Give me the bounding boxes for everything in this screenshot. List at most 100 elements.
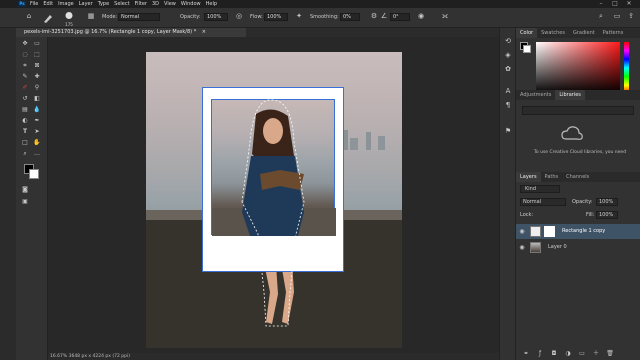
path-selection-tool-icon[interactable]: ➤	[32, 127, 42, 137]
layer-opacity-field[interactable]: 100%	[596, 198, 618, 206]
angle-field[interactable]: 0°	[390, 13, 410, 21]
visibility-eye-icon[interactable]: ◉	[519, 228, 525, 235]
layer-opacity-label: Opacity:	[572, 199, 593, 205]
smoothing-field[interactable]: 0%	[340, 13, 360, 21]
menu-file[interactable]: File	[30, 1, 38, 7]
panel-icon-column: ⟲ ◈ ✿ A ¶ ⚑	[499, 28, 515, 360]
tab-paths[interactable]: Paths	[541, 172, 563, 182]
type-tool-icon[interactable]: T	[20, 127, 30, 137]
flow-field[interactable]: 100%	[264, 13, 288, 21]
menu-image[interactable]: Image	[58, 1, 74, 7]
quick-mask-icon[interactable]: ◙	[20, 185, 30, 195]
more-tools-icon[interactable]: …	[32, 149, 42, 159]
photo-canvas[interactable]	[146, 52, 402, 348]
zoom-tool-icon[interactable]: ⌕	[20, 149, 30, 159]
add-mask-icon[interactable]: ◘	[550, 350, 558, 357]
tab-patterns[interactable]: Patterns	[599, 28, 628, 38]
screen-mode-icon[interactable]: ▣	[20, 197, 30, 207]
blend-mode-select[interactable]: Normal	[520, 198, 566, 206]
history-brush-tool-icon[interactable]: ↺	[20, 94, 30, 104]
menu-help[interactable]: Help	[206, 1, 217, 7]
symmetry-icon[interactable]: ⟗	[440, 13, 450, 20]
brush-settings-icon[interactable]: ▦	[86, 13, 96, 20]
eraser-tool-icon[interactable]: ◧	[32, 94, 42, 104]
smoothing-options-gear-icon[interactable]: ⚙	[369, 13, 379, 20]
tab-color[interactable]: Color	[516, 28, 538, 38]
share-icon[interactable]: ⇪	[626, 13, 636, 20]
pressure-opacity-icon[interactable]: ◎	[234, 13, 244, 20]
angle-icon: ∠	[380, 12, 388, 20]
history-panel-icon[interactable]: ⟲	[503, 38, 513, 45]
character-panel-icon[interactable]: A	[503, 88, 513, 95]
glyphs-panel-icon[interactable]: ⚑	[503, 128, 513, 135]
layer-filter-kind[interactable]: Kind	[520, 185, 560, 193]
pressure-size-icon[interactable]: ◉	[416, 13, 426, 20]
fill-field[interactable]: 100%	[596, 211, 618, 219]
pen-tool-icon[interactable]: ✒	[32, 116, 42, 126]
link-layers-icon[interactable]: ⚭	[522, 350, 530, 357]
opacity-field[interactable]: 100%	[204, 13, 228, 21]
minimize-button[interactable]: –	[594, 0, 608, 8]
libraries-search-input[interactable]	[522, 106, 634, 115]
maximize-button[interactable]: □	[608, 0, 622, 8]
search-icon[interactable]: ⌕	[596, 13, 606, 20]
properties-panel-icon[interactable]: ◈	[503, 52, 513, 59]
workspace-icon[interactable]: ▭	[612, 13, 622, 20]
hue-slider[interactable]	[624, 42, 629, 94]
eyedropper-tool-icon[interactable]: ✎	[20, 72, 30, 82]
panel-background-swatch[interactable]	[523, 45, 531, 53]
mode-select[interactable]: Normal	[118, 13, 160, 21]
new-layer-icon[interactable]: ＋	[592, 350, 600, 357]
healing-brush-tool-icon[interactable]: ✚	[32, 72, 42, 82]
menu-type[interactable]: Type	[98, 1, 109, 7]
tab-gradient[interactable]: Gradient	[569, 28, 599, 38]
tab-layers[interactable]: Layers	[516, 172, 541, 182]
brush-tool-icon[interactable]	[42, 12, 54, 24]
dodge-tool-icon[interactable]: ◐	[20, 116, 30, 126]
tab-swatches[interactable]: Swatches	[537, 28, 569, 38]
move-tool-icon[interactable]: ✥	[20, 39, 30, 49]
menu-select[interactable]: Select	[114, 1, 129, 7]
color-field[interactable]	[536, 42, 620, 94]
gradient-tool-icon[interactable]: ▤	[20, 105, 30, 115]
document-title: pexels-imi-3251703.jpg @ 16.7% (Rectangl…	[24, 29, 197, 35]
background-color-swatch[interactable]	[29, 169, 39, 179]
home-icon[interactable]: ⌂	[24, 13, 34, 20]
menu-filter[interactable]: Filter	[135, 1, 147, 7]
airbrush-icon[interactable]: ✦	[294, 13, 304, 20]
blur-tool-icon[interactable]: 💧	[32, 105, 42, 115]
tab-libraries[interactable]: Libraries	[555, 90, 585, 100]
visibility-eye-icon[interactable]: ◉	[519, 244, 525, 251]
delete-layer-icon[interactable]: 🗑	[606, 350, 614, 357]
close-tab-icon[interactable]: ×	[202, 29, 206, 35]
hand-tool-icon[interactable]: ✋	[32, 138, 42, 148]
tab-channels[interactable]: Channels	[562, 172, 593, 182]
crop-tool-icon[interactable]: ⌗	[20, 61, 30, 71]
clone-stamp-tool-icon[interactable]: ⚲	[32, 83, 42, 93]
menu-window[interactable]: Window	[181, 1, 201, 7]
new-group-icon[interactable]: ▭	[578, 350, 586, 357]
brush-size-value: 175	[65, 22, 73, 27]
close-window-button[interactable]: ✕	[622, 0, 636, 8]
paragraph-panel-icon[interactable]: ¶	[503, 102, 513, 109]
layer-row-layer-0[interactable]: ◉ Layer 0	[516, 240, 640, 255]
layer-mask-thumbnail[interactable]	[544, 226, 555, 237]
adjustment-layer-icon[interactable]: ◑	[564, 350, 572, 357]
lasso-tool-icon[interactable]: ◌	[20, 50, 30, 60]
brush-tool-active-icon[interactable]: ✐	[20, 83, 30, 93]
artboard-tool-icon[interactable]: ▭	[32, 39, 42, 49]
menu-view[interactable]: View	[164, 1, 176, 7]
brush-panel-icon[interactable]: ✿	[503, 66, 513, 73]
document-tab[interactable]: pexels-imi-3251703.jpg @ 16.7% (Rectangl…	[16, 28, 246, 37]
tab-adjustments[interactable]: Adjustments	[516, 90, 555, 100]
menu-3d[interactable]: 3D	[152, 1, 159, 7]
marquee-tool-icon[interactable]: ⬚	[32, 50, 42, 60]
brush-preset-picker[interactable]: 175	[62, 11, 76, 27]
layer-style-icon[interactable]: ƒ	[536, 350, 544, 357]
frame-tool-icon[interactable]: ⊠	[32, 61, 42, 71]
menu-layer[interactable]: Layer	[79, 1, 93, 7]
menu-edit[interactable]: Edit	[43, 1, 53, 7]
rectangle-tool-icon[interactable]: □	[20, 138, 30, 148]
layer-thumbnail	[530, 226, 541, 237]
layer-row-rectangle-1-copy[interactable]: ◉ Rectangle 1 copy	[516, 224, 640, 239]
